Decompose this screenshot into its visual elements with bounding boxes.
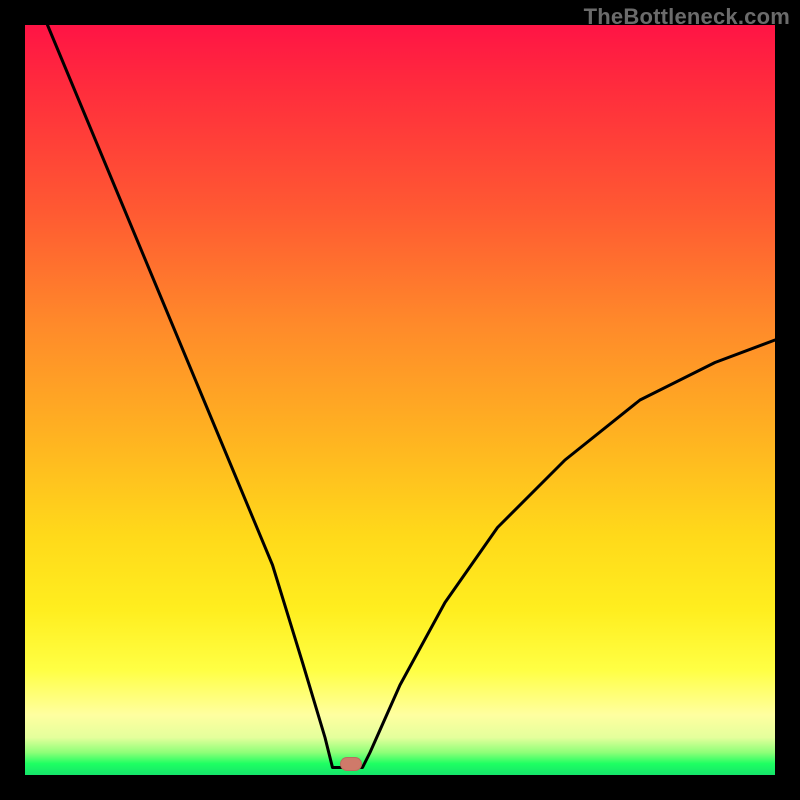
bottleneck-curve	[25, 25, 775, 775]
plot-area	[25, 25, 775, 775]
minimum-marker	[340, 757, 362, 771]
curve-path	[48, 25, 776, 768]
chart-frame: TheBottleneck.com	[0, 0, 800, 800]
